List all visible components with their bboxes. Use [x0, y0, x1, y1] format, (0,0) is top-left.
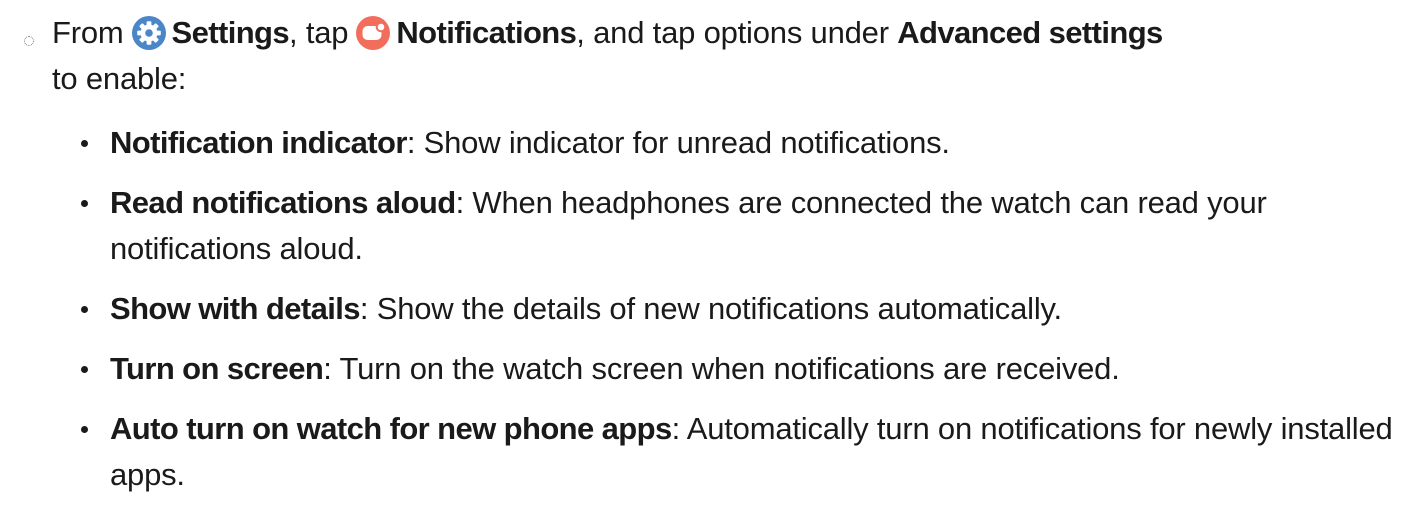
- list-item: Auto turn on watch for new phone apps: A…: [78, 406, 1398, 498]
- option-separator: :: [359, 291, 369, 326]
- notification-settings-instructions: From Settings, tap Notifications, and tap …: [0, 0, 1405, 512]
- option-term: Auto turn on watch for new phone apps: [110, 411, 672, 446]
- option-term: Show with details: [110, 291, 360, 326]
- option-term: Notification indicator: [110, 125, 407, 160]
- settings-gear-icon: [131, 16, 166, 50]
- instruction-text: From Settings, tap Notifications, and tap …: [52, 10, 1397, 102]
- advanced-settings-label: Advanced settings: [897, 15, 1163, 50]
- options-list: Notification indicator: Show indicator f…: [78, 120, 1398, 512]
- list-item: Read notifications aloud: When headphone…: [78, 180, 1398, 272]
- option-term: Read notifications aloud: [110, 185, 456, 220]
- notifications-label: Notifications: [396, 15, 577, 50]
- option-description: Show indicator for unread notifications.: [423, 125, 950, 160]
- option-description: Show the details of new notifications au…: [376, 291, 1062, 326]
- bullet-icon: [81, 426, 88, 433]
- list-item: Show with details: Show the details of n…: [78, 286, 1398, 332]
- step-bullet-icon: [24, 36, 34, 46]
- option-term: Turn on screen: [110, 351, 324, 386]
- settings-label: Settings: [171, 15, 290, 50]
- option-separator: :: [671, 411, 681, 446]
- list-item: Notification indicator: Show indicator f…: [78, 120, 1398, 166]
- option-separator: :: [455, 185, 465, 220]
- bullet-icon: [81, 140, 88, 147]
- list-item: Turn on screen: Turn on the watch screen…: [78, 346, 1398, 392]
- bullet-icon: [81, 366, 88, 373]
- option-description: Turn on the watch screen when notificati…: [339, 351, 1120, 386]
- bullet-icon: [81, 200, 88, 207]
- comma-tap-text: , tap: [289, 15, 349, 50]
- bullet-icon: [81, 306, 88, 313]
- option-separator: :: [406, 125, 416, 160]
- end-text: to enable:: [52, 61, 187, 96]
- option-separator: :: [323, 351, 332, 386]
- notifications-icon: [356, 16, 391, 50]
- middle-text: , and tap options under: [576, 15, 889, 50]
- from-text: From: [52, 15, 124, 50]
